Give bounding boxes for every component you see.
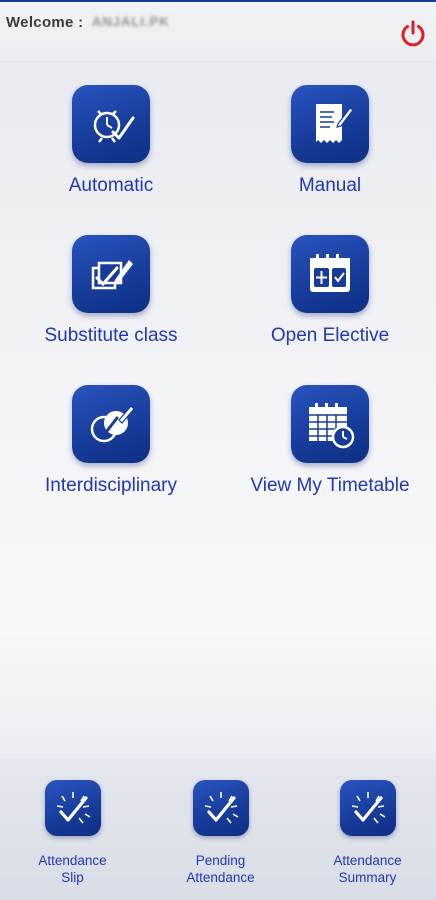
bottom-nav-label-line1: Pending [195,853,246,868]
bottom-nav-label-line1: Attendance [333,853,402,868]
bottom-nav-attendance-summary[interactable]: Attendance Summary [295,780,436,886]
username-text: ANJALI.PK [92,14,170,29]
menu-label-interdisciplinary: Interdisciplinary [45,475,177,496]
bottom-nav-label: Attendance Summary [295,852,436,886]
power-icon[interactable] [398,19,428,49]
menu-tile-manual[interactable]: Manual [221,85,436,197]
menu-tile-automatic[interactable]: Automatic [2,85,220,197]
menu-label-substitute-class: Substitute class [44,325,178,346]
bottom-nav-pending-attendance[interactable]: Pending Attendance [148,780,293,886]
bottom-nav-label-line2: Attendance [186,870,255,885]
menu-label-view-my-timetable: View My Timetable [250,475,410,496]
sparkle-check-icon [192,780,249,836]
menu-tile-substitute-class[interactable]: Substitute class [2,235,220,347]
bottom-nav-label: Attendance Slip [0,852,145,886]
calendar-clock-icon [291,385,369,463]
pages-pencil-icon [72,235,150,313]
bottom-nav-label-line2: Slip [61,870,84,885]
menu-tile-open-elective[interactable]: Open Elective [221,235,436,347]
document-pen-icon [291,85,369,163]
menu-label-open-elective: Open Elective [270,325,390,346]
sparkle-check-icon [44,780,101,836]
menu-label-automatic: Automatic [68,175,154,196]
bottom-nav-label-line2: Summary [338,870,397,885]
bottom-nav-label: Pending Attendance [148,852,293,886]
welcome-label: Welcome : [6,14,84,31]
bottom-nav-label-line1: Attendance [38,853,107,868]
menu-label-manual: Manual [298,175,362,196]
menu-tile-view-my-timetable[interactable]: View My Timetable [221,385,436,497]
sparkle-check-icon [339,780,396,836]
menu-tile-interdisciplinary[interactable]: Interdisciplinary [2,385,220,497]
bottom-nav-attendance-slip[interactable]: Attendance Slip [0,780,145,886]
top-bar: Welcome : ANJALI.PK [0,0,436,62]
calendar-grid-icon [291,235,369,313]
circles-pen-icon [72,385,150,463]
clock-check-icon [72,85,150,163]
